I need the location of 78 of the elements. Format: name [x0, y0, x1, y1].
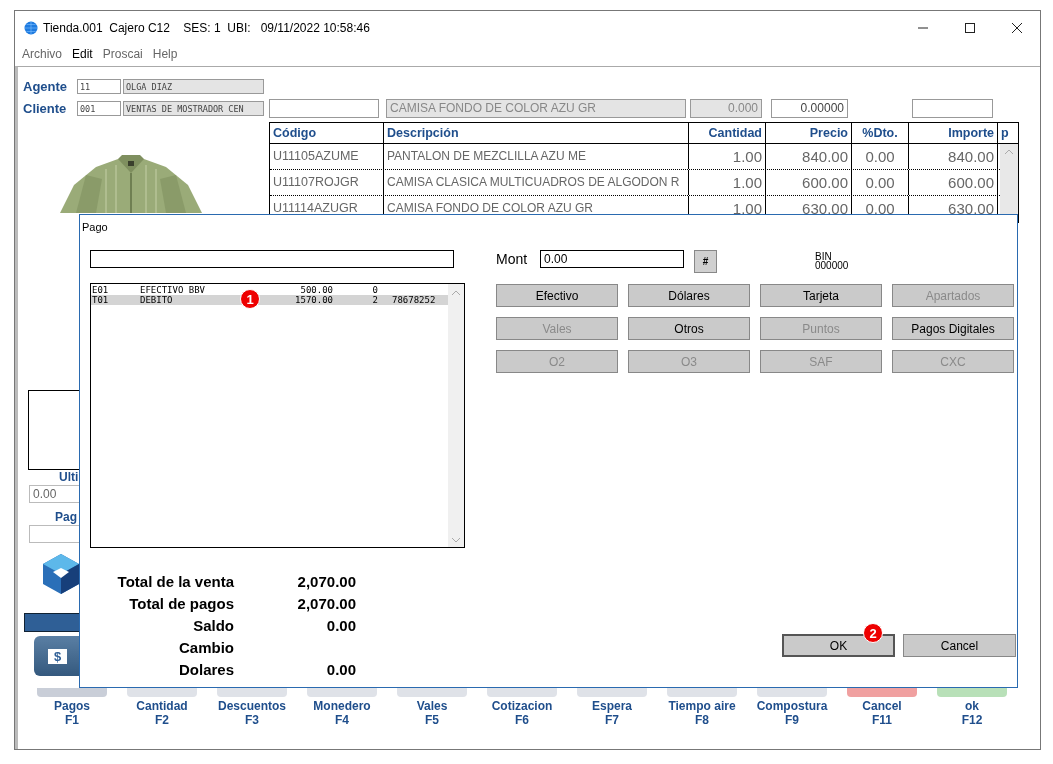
amount-field[interactable]: 0.00 — [540, 250, 684, 268]
scroll-down-icon[interactable] — [451, 537, 461, 543]
function-key[interactable]: Descuentos F3 — [207, 688, 297, 727]
column-header: Código — [270, 123, 384, 143]
table-cell: PANTALON DE MEZCLILLA AZU ME — [384, 144, 689, 169]
extra-field[interactable] — [912, 99, 993, 118]
table-cell: 0.00 — [852, 144, 909, 169]
bin-value: 000000 — [815, 261, 849, 270]
client-code-field[interactable]: 001 — [77, 100, 121, 116]
table-cell: U11105AZUME — [270, 144, 384, 169]
field-label: Agente — [23, 78, 69, 94]
payment-button[interactable]: Tarjeta — [760, 284, 882, 307]
column-header: Descripción — [384, 123, 689, 143]
table-cell: 1.00 — [689, 144, 766, 169]
description-field: CAMISA FONDO DE COLOR AZU GR — [386, 99, 686, 118]
globe-icon — [24, 20, 38, 35]
column-header: %Dto. — [852, 123, 909, 143]
input-field[interactable] — [90, 250, 454, 268]
function-key[interactable]: Espera F7 — [567, 688, 657, 727]
function-key[interactable]: Cancel F11 — [837, 688, 927, 727]
total-label: Saldo — [192, 616, 234, 634]
dialog-title: Pago — [81, 220, 109, 235]
field-label: Cliente — [23, 100, 68, 116]
scroll-up-icon[interactable] — [1004, 149, 1014, 155]
close-icon[interactable] — [1012, 22, 1022, 33]
bin-label: BIN — [815, 252, 832, 261]
column-header: Importe — [909, 123, 998, 143]
scroll-up-icon[interactable] — [451, 290, 461, 296]
field-label: Ulti — [59, 470, 79, 485]
field-label: Pag — [55, 510, 77, 525]
agent-code-field[interactable]: 11 — [77, 78, 121, 94]
field-label: Mont — [496, 250, 529, 268]
function-key[interactable]: Tiempo aire F8 — [657, 688, 747, 727]
function-key[interactable]: Cantidad F2 — [117, 688, 207, 727]
table-cell: 840.00 — [909, 144, 998, 169]
callout-badge: 1 — [240, 289, 260, 309]
payment-button[interactable]: Dólares — [628, 284, 750, 307]
number-button[interactable]: # — [694, 250, 717, 273]
total-value: 0.00 — [325, 616, 356, 634]
payment-button[interactable]: Otros — [628, 317, 750, 340]
client-name-field: VENTAS DE MOSTRADOR CEN — [123, 100, 264, 116]
scrollbar[interactable] — [448, 284, 464, 547]
table-cell: 0.00 — [852, 170, 909, 195]
price-field[interactable]: 0.00000 — [771, 99, 848, 118]
total-label: Cambio — [178, 638, 234, 656]
total-label: Total de pagos — [128, 594, 234, 612]
menu-item[interactable]: Edit — [72, 47, 93, 61]
function-key[interactable]: Monedero F4 — [297, 688, 387, 727]
column-header: p — [1000, 125, 1010, 142]
function-key[interactable]: Vales F5 — [387, 688, 477, 727]
table-cell: U11107ROJGR — [270, 170, 384, 195]
function-key[interactable]: Pagos F1 — [27, 688, 117, 727]
column-header: Precio — [766, 123, 852, 143]
column-header: Cantidad — [689, 123, 766, 143]
cancel-button[interactable]: Cancel — [903, 634, 1016, 657]
function-key[interactable]: ok F12 — [927, 688, 1017, 727]
total-value: 0.00 — [325, 660, 356, 678]
window-title: Tienda.001 Cajero C12 SES: 1 UBI: 09/11/2022 10:58:46 — [43, 20, 370, 35]
code-field[interactable] — [269, 99, 379, 118]
table-cell: 600.00 — [909, 170, 998, 195]
total-label: Dolares — [177, 660, 234, 678]
total-label: Total de la venta — [116, 572, 234, 590]
payment-button[interactable]: Efectivo — [496, 284, 618, 307]
function-key[interactable]: Cotizacion F6 — [477, 688, 567, 727]
payment-button[interactable]: Pagos Digitales — [892, 317, 1014, 340]
maximize-icon[interactable] — [965, 22, 975, 33]
agent-name-field: OLGA DIAZ — [123, 78, 264, 94]
table-cell: 840.00 — [766, 144, 852, 169]
table-cell: 600.00 — [766, 170, 852, 195]
total-value: 2,070.00 — [296, 572, 356, 590]
callout-badge: 2 — [863, 623, 883, 643]
table-cell: 1.00 — [689, 170, 766, 195]
cash-button[interactable]: $ — [34, 636, 80, 676]
function-key[interactable]: Compostura F9 — [747, 688, 837, 727]
status-bar — [24, 613, 80, 632]
table-cell: CAMISA CLASICA MULTICUADROS DE ALGODON R — [384, 170, 689, 195]
quantity-field: 0.000 — [690, 99, 762, 118]
total-value: 2,070.00 — [296, 594, 356, 612]
